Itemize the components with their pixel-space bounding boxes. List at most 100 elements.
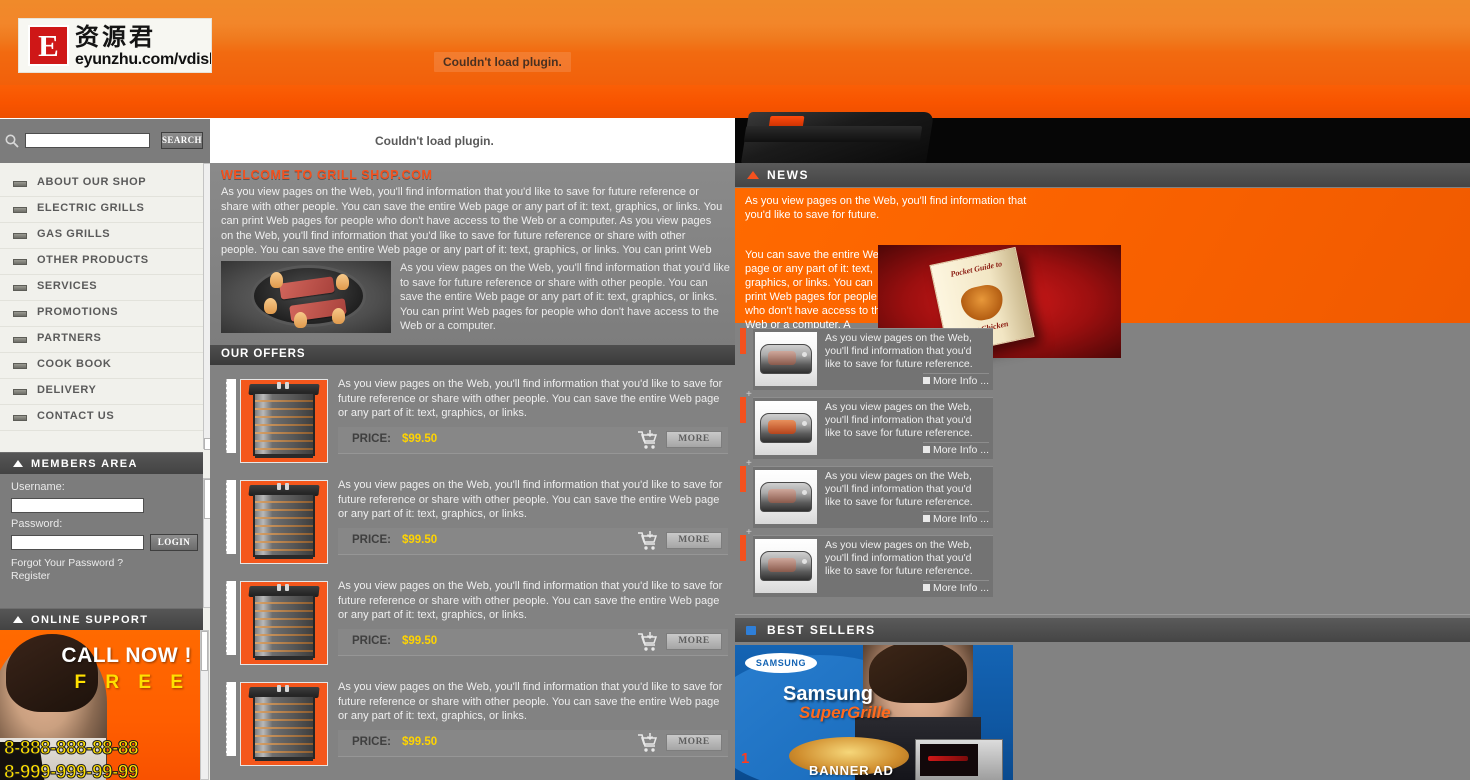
news-item-text: As you view pages on the Web, you'll fin…	[825, 539, 973, 577]
grill-knob	[277, 584, 281, 591]
news-card: As you view pages on the Web, you'll fin…	[753, 397, 993, 459]
bullet-icon	[13, 337, 27, 343]
offer-more-button[interactable]: MORE	[666, 431, 722, 448]
grill-body	[253, 594, 315, 658]
sidebar-item-partners[interactable]: PARTNERS	[0, 327, 203, 353]
login-button[interactable]: LOGIN	[150, 534, 198, 551]
welcome-side-text: As you view pages on the Web, you'll fin…	[400, 262, 730, 332]
offer-more-button[interactable]: MORE	[666, 633, 722, 650]
sidebar-item-about-our-shop[interactable]: ABOUT OUR SHOP	[0, 171, 203, 197]
sidebar-item-cook-book[interactable]: COOK BOOK	[0, 353, 203, 379]
expand-plus-icon[interactable]: +	[746, 527, 752, 538]
offer-price-row: PRICE: $99.50 MORE	[338, 629, 728, 656]
shrimp	[270, 272, 283, 288]
samsung-logo: SAMSUNG	[745, 653, 817, 673]
news-more-info-label: More Info ...	[932, 444, 989, 456]
offer-tick-marker	[226, 581, 236, 655]
news-thumbnail[interactable]	[755, 539, 817, 593]
search-input[interactable]	[25, 133, 150, 148]
offer-product-image[interactable]	[240, 682, 328, 766]
news-thumbnail[interactable]	[755, 401, 817, 455]
grill-knob	[285, 685, 289, 692]
sidebar-item-label: GAS GRILLS	[37, 228, 111, 240]
logo-letter-mark: E	[28, 25, 69, 66]
sidebar-item-promotions[interactable]: PROMOTIONS	[0, 301, 203, 327]
news-item: + As you view pages on the Web, you'll fi…	[740, 527, 993, 602]
members-area-header: MEMBERS AREA	[0, 452, 203, 475]
news-more-info-link[interactable]: More Info ...	[922, 442, 989, 456]
password-input[interactable]	[11, 535, 144, 550]
bullet-icon	[13, 389, 27, 395]
support-phone-2: 8-999-999-99-99	[3, 762, 139, 780]
toaster-oven-image	[760, 551, 812, 581]
sidebar-item-electric-grills[interactable]: ELECTRIC GRILLS	[0, 197, 203, 223]
sidebar-item-services[interactable]: SERVICES	[0, 275, 203, 301]
sidebar-item-delivery[interactable]: DELIVERY	[0, 379, 203, 405]
support-phone-1: 8-888-888-88-88	[3, 738, 139, 760]
grill-base	[255, 454, 313, 458]
offer-product-image[interactable]	[240, 480, 328, 564]
expand-plus-icon[interactable]: +	[746, 458, 752, 469]
price-label: PRICE:	[352, 534, 391, 546]
expand-plus-icon[interactable]: +	[746, 389, 752, 400]
offer-product-image[interactable]	[240, 581, 328, 665]
toaster-window	[768, 351, 796, 365]
offer-tick-marker	[226, 480, 236, 554]
news-hero-lead-text: As you view pages on the Web, you'll fin…	[745, 195, 1027, 221]
cookbook-title-top: Pocket Guide to	[949, 259, 1003, 279]
grill-knob	[277, 382, 281, 389]
our-offers-title: OUR OFFERS	[221, 348, 306, 360]
grill-knob	[277, 685, 281, 692]
sidebar-item-label: SERVICES	[37, 280, 98, 292]
news-thumbnail[interactable]	[755, 470, 817, 524]
username-input[interactable]	[11, 498, 144, 513]
add-to-cart-icon[interactable]	[636, 732, 658, 754]
plugin-placeholder-middle: Couldn't load plugin.	[210, 119, 735, 165]
search-button[interactable]: SEARCH	[161, 132, 203, 149]
offer-description: As you view pages on the Web, you'll fin…	[338, 378, 723, 419]
shrimp	[294, 312, 307, 328]
news-title: NEWS	[767, 168, 809, 182]
welcome-title: WELCOME TO GRILL SHOP.COM	[221, 168, 433, 182]
best-sellers-banner-ad[interactable]: SAMSUNG Samsung SuperGrille 1 BANNER AD	[735, 645, 1013, 780]
add-to-cart-icon[interactable]	[636, 429, 658, 451]
sidebar-item-label: DELIVERY	[37, 384, 97, 396]
right-column: NEWS As you view pages on the Web, you'l…	[735, 163, 1470, 780]
username-label: Username:	[11, 481, 65, 493]
price-label: PRICE:	[352, 736, 391, 748]
news-accent-tab	[740, 328, 746, 354]
grill-base	[255, 656, 313, 660]
online-support-banner[interactable]: CALL NOW ! F R E E 8-888-888-88-88 8-999…	[0, 630, 200, 780]
shrimp	[264, 298, 277, 314]
grill-base	[255, 555, 313, 559]
news-card: As you view pages on the Web, you'll fin…	[753, 466, 993, 528]
meat-piece	[279, 276, 335, 300]
divider	[735, 614, 1470, 615]
offer-description: As you view pages on the Web, you'll fin…	[338, 479, 723, 520]
call-now-text: CALL NOW !	[61, 644, 192, 667]
add-to-cart-icon[interactable]	[636, 631, 658, 653]
support-scrollbar[interactable]	[200, 630, 209, 780]
sidebar-item-contact-us[interactable]: CONTACT US	[0, 405, 203, 431]
expand-plus-icon[interactable]: +	[746, 320, 752, 331]
offer-row: As you view pages on the Web, you'll fin…	[210, 567, 735, 668]
offer-more-button[interactable]: MORE	[666, 532, 722, 549]
grill-body	[253, 695, 315, 759]
toaster-knob	[802, 421, 807, 426]
sidebar-item-other-products[interactable]: OTHER PRODUCTS	[0, 249, 203, 275]
news-more-info-link[interactable]: More Info ...	[922, 373, 989, 387]
hero-grill-lid	[743, 126, 923, 142]
forgot-password-link[interactable]: Forgot Your Password ?	[11, 557, 123, 569]
support-scrollbar-thumb[interactable]	[201, 631, 208, 671]
site-logo[interactable]: E 资源君 eyunzhu.com/vdisk	[18, 18, 212, 73]
add-to-cart-icon[interactable]	[636, 530, 658, 552]
offer-product-image[interactable]	[240, 379, 328, 463]
triangle-up-icon	[13, 460, 23, 467]
news-more-info-link[interactable]: More Info ...	[922, 511, 989, 525]
news-more-info-link[interactable]: More Info ...	[922, 580, 989, 594]
cookbook-illustration	[958, 281, 1007, 324]
sidebar-item-gas-grills[interactable]: GAS GRILLS	[0, 223, 203, 249]
news-thumbnail[interactable]	[755, 332, 817, 386]
register-link[interactable]: Register	[11, 570, 50, 582]
offer-more-button[interactable]: MORE	[666, 734, 722, 751]
